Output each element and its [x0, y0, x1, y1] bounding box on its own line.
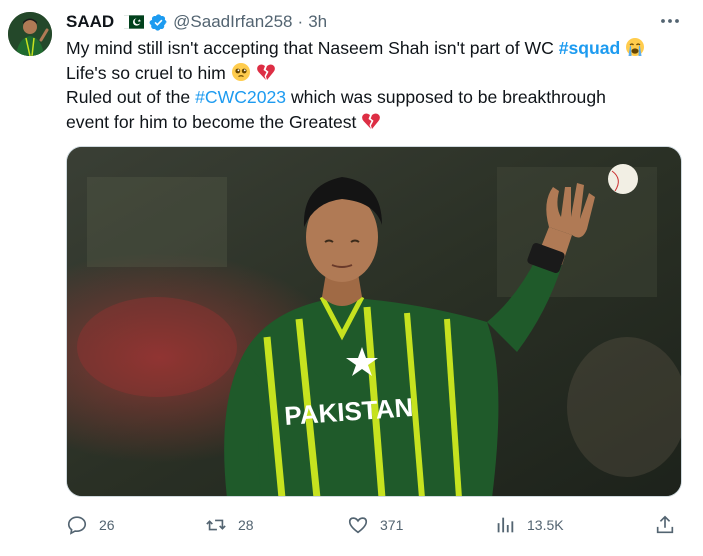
more-options-icon[interactable]	[658, 13, 682, 29]
hashtag-cwc2023[interactable]: #CWC2023	[195, 87, 286, 107]
views-icon	[497, 517, 514, 533]
like-button[interactable]: 371	[347, 512, 403, 538]
author-handle[interactable]: @SaadIrfan258	[173, 12, 292, 32]
views-button[interactable]: 13.5K	[494, 512, 564, 538]
heart-icon	[348, 517, 368, 534]
reply-count: 26	[99, 517, 115, 533]
tweet-line-3: Ruled out of the #CWC2023 which was supp…	[66, 87, 606, 108]
tweet-text: My mind still isn't accepting that Nasee…	[66, 36, 691, 134]
tweet-line-1: My mind still isn't accepting that Nasee…	[66, 36, 691, 61]
author-name[interactable]: SAAD	[66, 12, 114, 32]
cricketer-photo-illustration: PAKISTAN	[67, 147, 681, 496]
loudly-crying-emoji-icon	[626, 38, 645, 56]
pakistan-flag-icon	[124, 15, 145, 29]
tweet-photo[interactable]: PAKISTAN	[66, 146, 682, 497]
share-icon	[656, 515, 674, 534]
retweet-button[interactable]: 28	[205, 512, 254, 538]
hashtag-squad[interactable]: #squad	[559, 38, 621, 58]
timestamp[interactable]: 3h	[308, 12, 327, 32]
pleading-face-emoji-icon	[231, 62, 250, 81]
retweet-count: 28	[238, 517, 254, 533]
views-count: 13.5K	[527, 517, 564, 533]
broken-heart-emoji-icon	[362, 113, 381, 129]
tweet-line-2: Life's so cruel to him	[66, 61, 691, 86]
reply-icon	[67, 516, 87, 535]
header-separator: ·	[297, 12, 304, 31]
share-button[interactable]	[654, 512, 676, 538]
verified-badge-icon[interactable]	[149, 13, 168, 32]
reply-button[interactable]: 26	[66, 512, 115, 538]
tweet-line-4: event for him to become the Greatest	[66, 110, 691, 135]
tweet-header: SAAD @SaadIrfan258 · 3h	[66, 12, 327, 32]
like-count: 371	[380, 517, 404, 533]
tweet-actions: 26 28 371 13.5K	[66, 512, 682, 538]
avatar[interactable]	[8, 12, 52, 56]
broken-heart-emoji-icon	[256, 64, 275, 80]
retweet-icon	[206, 519, 226, 531]
